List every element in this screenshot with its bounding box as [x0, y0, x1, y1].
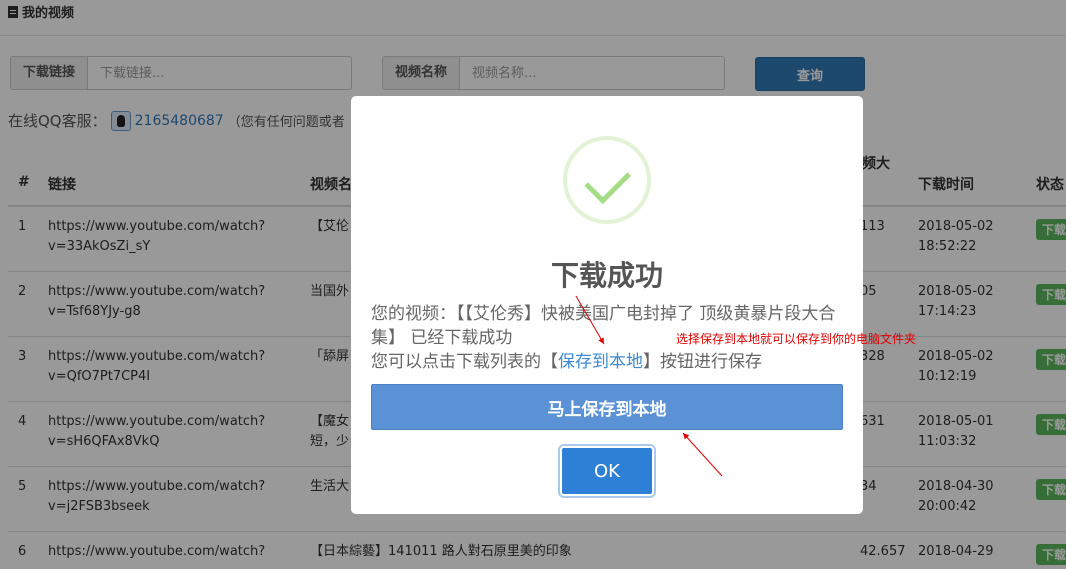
save-local-button[interactable]: 马上保存到本地 — [371, 384, 843, 430]
modal-message-link: 保存到本地 — [558, 352, 643, 372]
success-check-icon — [563, 136, 651, 224]
modal-title: 下载成功 — [550, 259, 663, 292]
page: 我的视频 下载链接 视频名称 查询 在线QQ客服： 2165480687 （您有… — [0, 0, 1066, 569]
modal-message-line2-suffix: 】按钮进行保存 — [643, 352, 762, 372]
modal-message-line2-prefix: 您可以点击下载列表的【 — [371, 352, 558, 372]
ok-button[interactable]: OK — [558, 444, 656, 498]
annotation-text: 选择保存到本地就可以保存到你的电脑文件夹 — [676, 332, 917, 346]
checkmark-icon — [584, 157, 631, 205]
success-modal: 下载成功 您的视频：【【艾伦秀】快被美国广电封掉了 顶级黄暴片段大合集】 已经下… — [351, 96, 863, 514]
